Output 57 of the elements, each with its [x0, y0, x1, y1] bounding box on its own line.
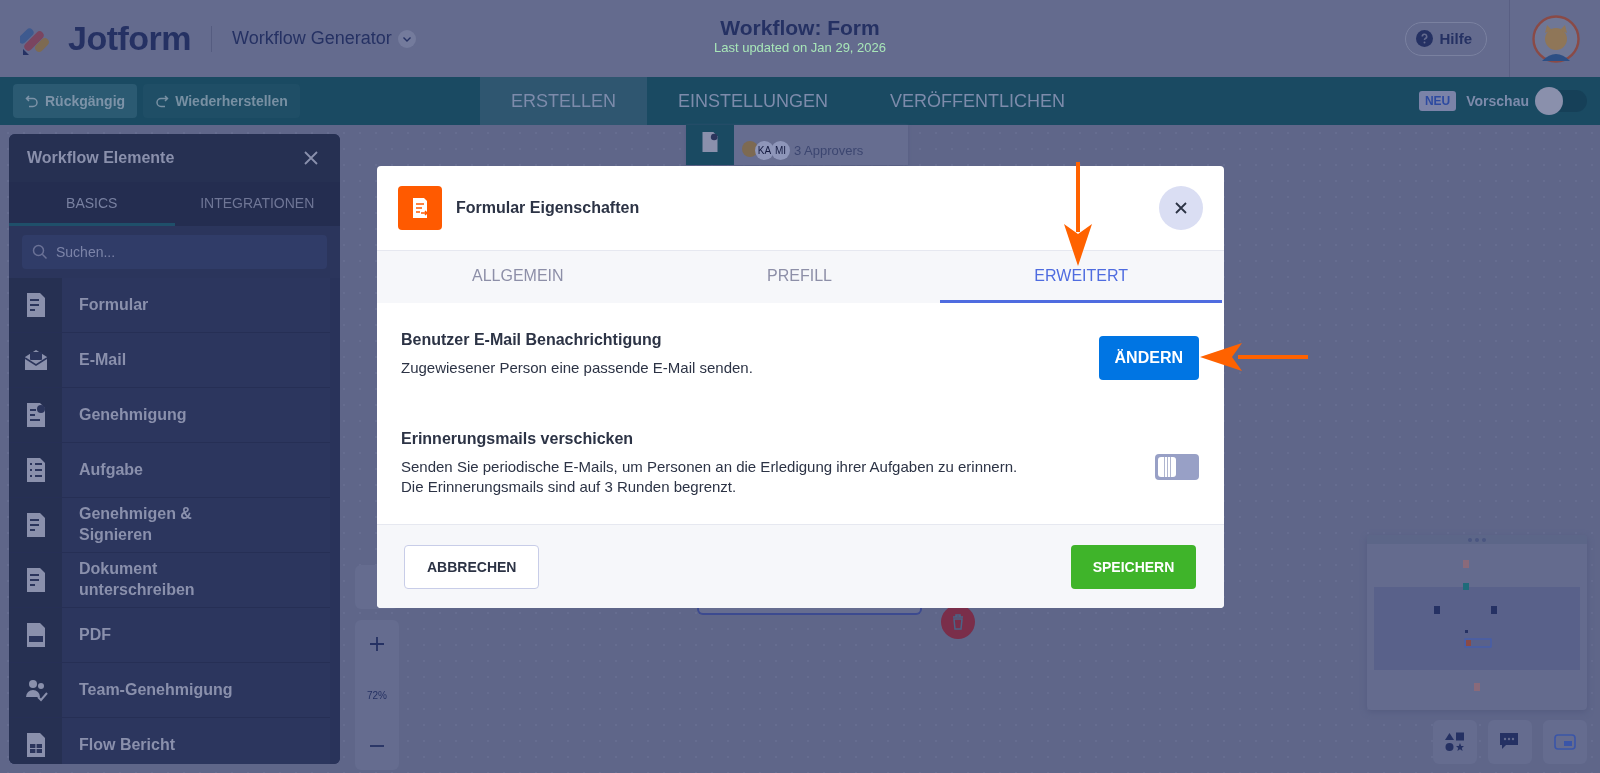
- shapes-button[interactable]: [1433, 720, 1477, 764]
- chevron-icon: [397, 29, 416, 48]
- envelope-icon: [23, 347, 48, 373]
- main-tab[interactable]: VERÖFFENTLICHEN: [859, 77, 1097, 125]
- panel-title: Workflow Elemente: [27, 149, 175, 167]
- product-dropdown[interactable]: Workflow Generator: [232, 28, 416, 49]
- element-item[interactable]: Genehmigen & Signieren: [9, 498, 330, 553]
- redo-icon: [155, 94, 170, 108]
- team-icon: [23, 677, 48, 703]
- close-icon[interactable]: [303, 150, 319, 166]
- minimap-button[interactable]: [1543, 720, 1587, 764]
- main-tab[interactable]: ERSTELLEN: [480, 77, 648, 125]
- element-item[interactable]: Team-Genehmigung: [9, 663, 330, 718]
- setting-title: Erinnerungsmails verschicken: [401, 430, 635, 448]
- element-item[interactable]: E-Mail: [9, 333, 330, 388]
- avatar-initials: MI: [771, 140, 790, 160]
- element-item[interactable]: Aufgabe: [9, 443, 330, 498]
- logo-text[interactable]: Jotform: [68, 19, 192, 58]
- element-item[interactable]: Formular: [9, 278, 330, 333]
- new-badge: NEU: [1418, 91, 1457, 111]
- panel-tab[interactable]: BASICS: [9, 182, 175, 226]
- reminder-toggle[interactable]: [1155, 454, 1199, 480]
- close-button[interactable]: [1159, 186, 1203, 230]
- undo-button[interactable]: Rückgängig: [13, 84, 138, 118]
- minus-icon: [369, 745, 385, 747]
- avatar-icon: [742, 140, 758, 157]
- save-button[interactable]: SPEICHERN: [1071, 544, 1196, 589]
- search-field[interactable]: Suchen...: [22, 235, 327, 269]
- comment-button[interactable]: [1488, 720, 1532, 764]
- element-item[interactable]: PDF: [9, 608, 330, 663]
- setting-description: Senden Sie periodische E-Mails, um Personen an die Erledigung ihrer Aufgaben zu erinnern. Die Erinnerungsmails sind auf 3 Runden begrenzt.: [401, 457, 1018, 498]
- close-icon: [1175, 202, 1187, 214]
- avatar-icon[interactable]: [1532, 14, 1580, 63]
- shapes-icon: [1445, 732, 1465, 752]
- panel-tab[interactable]: INTEGRATIONEN: [174, 182, 340, 226]
- form-icon: [398, 186, 442, 230]
- approval-icon: [700, 131, 720, 153]
- comment-icon: [1499, 732, 1521, 752]
- undo-icon: [25, 94, 39, 108]
- main-tab[interactable]: EINSTELLUNGEN: [647, 77, 860, 125]
- avatar-initials: KA: [755, 140, 774, 160]
- change-button[interactable]: ÄNDERN: [1098, 336, 1199, 380]
- preview-label: Vorschau: [1466, 93, 1529, 109]
- plus-icon: [369, 636, 385, 652]
- workflow-title: Workflow: Form: [720, 16, 880, 40]
- last-updated-text: Last updated on Jan 29, 2026: [713, 40, 886, 55]
- dialog-tab[interactable]: PREFILL: [658, 251, 941, 303]
- help-icon: [1416, 30, 1434, 47]
- dialog-tab[interactable]: ALLGEMEIN: [377, 251, 659, 303]
- cancel-button[interactable]: ABBRECHEN: [404, 544, 540, 589]
- zoom-level: 72%: [367, 689, 387, 701]
- element-item[interactable]: Genehmigung: [9, 388, 330, 443]
- element-item[interactable]: Dokument unterschreiben: [9, 553, 330, 608]
- minimap-icon: [1554, 734, 1576, 750]
- dialog-title: Formular Eigenschaften: [456, 199, 640, 217]
- setting-title: Benutzer E-Mail Benachrichtigung: [401, 331, 663, 349]
- setting-description: Zugewiesener Person eine passende E-Mail senden.: [401, 358, 753, 378]
